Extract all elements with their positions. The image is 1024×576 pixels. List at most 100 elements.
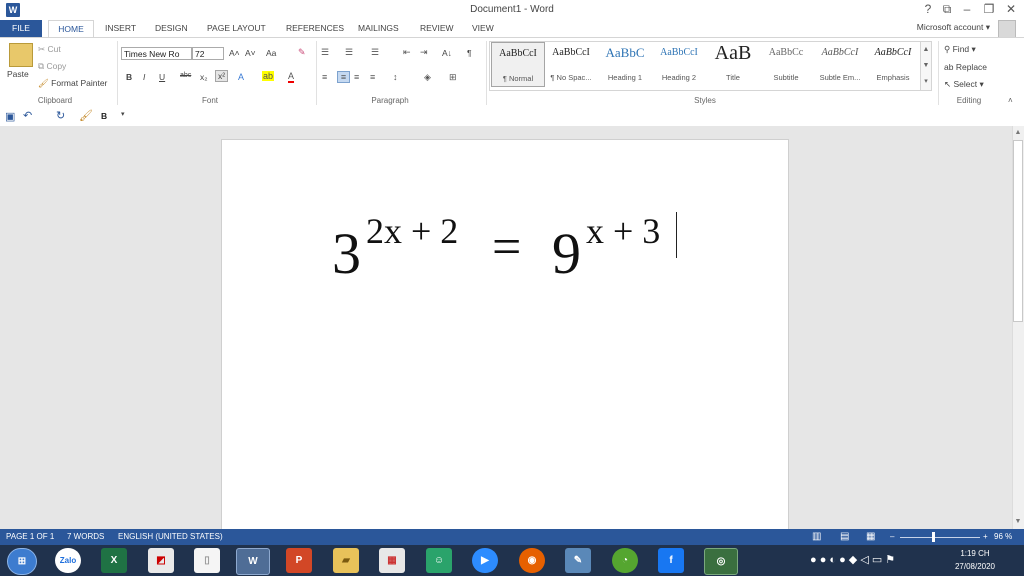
clock-date[interactable]: 27/08/2020 xyxy=(950,562,1000,571)
language-indicator[interactable]: ENGLISH (UNITED STATES) xyxy=(118,529,223,545)
style-no-spacing[interactable]: AaBbCcI ¶ No Spac... xyxy=(544,42,598,87)
select-button[interactable]: Select xyxy=(954,79,978,89)
restore-button[interactable]: ❐ xyxy=(979,2,999,16)
italic-button[interactable]: I xyxy=(143,72,145,82)
scroll-up-icon[interactable]: ▲ xyxy=(1012,127,1024,139)
close-button[interactable]: ✕ xyxy=(1001,2,1021,16)
paste-button[interactable]: Paste xyxy=(7,69,29,79)
show-formatting-button[interactable]: ¶ xyxy=(467,48,472,58)
tab-page-layout[interactable]: PAGE LAYOUT xyxy=(207,20,266,37)
avatar[interactable] xyxy=(998,20,1016,38)
style-heading-1[interactable]: AaBbC Heading 1 xyxy=(598,42,652,87)
print-layout-icon[interactable]: ▤ xyxy=(840,529,849,545)
save-icon[interactable]: ▣ xyxy=(5,110,15,123)
format-painter-button[interactable]: Format Painter xyxy=(51,78,107,88)
sort-button[interactable]: A↓ xyxy=(442,48,452,58)
style-subtle-emphasis[interactable]: AaBbCcI Subtle Em... xyxy=(813,42,867,87)
customize-qat-icon[interactable]: ▾ xyxy=(121,110,125,118)
word-count[interactable]: 7 WORDS xyxy=(67,529,104,545)
qat-bold-button[interactable]: B xyxy=(101,111,107,121)
taskbar-chart-app-icon[interactable]: ◩ xyxy=(148,548,174,573)
text-effects-icon[interactable]: A xyxy=(238,72,244,82)
taskbar-zalo[interactable]: Zalo xyxy=(55,548,81,573)
justify-icon[interactable]: ≡ xyxy=(370,72,375,82)
subscript-button[interactable]: x₂ xyxy=(200,72,208,82)
tab-mailings[interactable]: MAILINGS xyxy=(358,20,399,37)
highlight-icon[interactable]: ab xyxy=(262,71,275,81)
copy-button[interactable]: Copy xyxy=(46,61,66,71)
page-count[interactable]: PAGE 1 OF 1 xyxy=(6,529,54,545)
style-normal[interactable]: AaBbCcI ¶ Normal xyxy=(491,42,545,87)
system-tray-icons[interactable]: ● ● ◐ ● ◆ ◁ ▭ ⚑ xyxy=(810,553,895,566)
line-spacing-icon[interactable]: ↕ xyxy=(393,72,398,82)
undo-icon[interactable]: ↶ xyxy=(23,109,32,122)
font-color-icon[interactable]: A xyxy=(288,71,295,83)
align-left-icon[interactable]: ≡ xyxy=(322,72,327,82)
strikethrough-button[interactable]: abc xyxy=(180,72,191,79)
taskbar-zoom-icon[interactable]: ▶ xyxy=(472,548,498,573)
zoom-in-icon[interactable]: + xyxy=(983,529,988,545)
taskbar-support-icon[interactable]: ☺ xyxy=(426,548,452,573)
taskbar-geogebra-icon[interactable]: ◎ xyxy=(704,548,738,575)
zoom-slider-handle[interactable] xyxy=(932,532,935,542)
taskbar-pen-icon[interactable]: ✎ xyxy=(565,548,591,573)
taskbar-facebook-icon[interactable]: f xyxy=(658,548,684,573)
bullets-icon[interactable]: ☰ xyxy=(321,47,329,58)
tab-design[interactable]: DESIGN xyxy=(155,20,188,37)
font-size-combo[interactable]: 72 xyxy=(192,47,224,60)
zoom-out-icon[interactable]: – xyxy=(890,529,894,545)
bold-button[interactable]: B xyxy=(126,72,132,82)
taskbar-firefox-icon[interactable]: ◉ xyxy=(519,548,545,573)
borders-icon[interactable]: ⊞ xyxy=(449,72,457,83)
find-button[interactable]: Find xyxy=(953,44,970,54)
style-title[interactable]: AaB Title xyxy=(706,42,760,87)
superscript-button[interactable]: x² xyxy=(215,70,229,82)
taskbar-excel-icon[interactable]: X xyxy=(101,548,127,573)
multilevel-list-icon[interactable]: ☰ xyxy=(371,47,379,58)
align-right-icon[interactable]: ≡ xyxy=(354,72,359,82)
font-name-combo[interactable]: Times New Ro xyxy=(121,47,192,60)
taskbar-powerpoint-icon[interactable]: P xyxy=(286,548,312,573)
scrollbar-thumb[interactable] xyxy=(1013,140,1023,322)
clear-format-icon[interactable]: ✎ xyxy=(298,47,306,58)
taskbar-blank-document-icon[interactable]: ▯ xyxy=(194,548,220,573)
tab-view[interactable]: VIEW xyxy=(472,20,494,37)
tab-review[interactable]: REVIEW xyxy=(420,20,454,37)
style-emphasis[interactable]: AaBbCcI Emphasis xyxy=(866,42,920,87)
numbering-icon[interactable]: ☰ xyxy=(345,47,353,58)
account-menu[interactable]: Microsoft account ▾ xyxy=(917,22,990,33)
shading-icon[interactable]: ◈ xyxy=(424,72,431,83)
taskbar-word-icon[interactable]: W xyxy=(236,548,270,575)
grow-font-button[interactable]: A˄ xyxy=(229,48,240,58)
taskbar-folder-icon[interactable]: ▰ xyxy=(333,548,359,573)
minimize-button[interactable]: – xyxy=(957,2,977,16)
shrink-font-button[interactable]: A˅ xyxy=(245,48,256,58)
zoom-level[interactable]: 96 % xyxy=(994,529,1012,545)
redo-icon[interactable]: ↻ xyxy=(56,109,65,122)
tab-file[interactable]: FILE xyxy=(0,20,42,37)
decrease-indent-icon[interactable]: ⇤ xyxy=(403,47,411,58)
zoom-slider[interactable] xyxy=(900,537,980,538)
style-heading-2[interactable]: AaBbCcI Heading 2 xyxy=(652,42,706,87)
web-layout-icon[interactable]: ▦ xyxy=(866,529,875,545)
scroll-down-icon[interactable]: ▼ xyxy=(1012,516,1024,528)
replace-button[interactable]: Replace xyxy=(956,62,987,72)
align-center-icon[interactable]: ≡ xyxy=(337,71,350,83)
tab-home[interactable]: HOME xyxy=(48,20,94,38)
tab-references[interactable]: REFERENCES xyxy=(286,20,344,37)
collapse-ribbon-icon[interactable]: ˄ xyxy=(1008,96,1013,105)
read-mode-icon[interactable]: ▥ xyxy=(812,529,821,545)
format-painter-icon[interactable]: 🖌 xyxy=(79,109,93,122)
start-button[interactable]: ⊞ xyxy=(7,548,37,575)
taskbar-calendar-icon[interactable]: ▦ xyxy=(379,548,405,573)
style-subtitle[interactable]: AaBbCc Subtitle xyxy=(759,42,813,87)
help-icon[interactable]: ? xyxy=(918,2,938,16)
document-page[interactable] xyxy=(221,139,789,539)
increase-indent-icon[interactable]: ⇥ xyxy=(420,47,428,58)
change-case-button[interactable]: Aa xyxy=(266,48,276,58)
taskbar-coccoc-icon[interactable]: ◔ xyxy=(612,548,638,573)
clock-time[interactable]: 1:19 CH xyxy=(950,549,1000,558)
cut-button[interactable]: Cut xyxy=(48,44,61,54)
styles-scroll-arrows[interactable]: ▲ ▼ ▾ xyxy=(920,41,932,91)
ribbon-display-options-icon[interactable]: ⧉ xyxy=(937,2,957,17)
